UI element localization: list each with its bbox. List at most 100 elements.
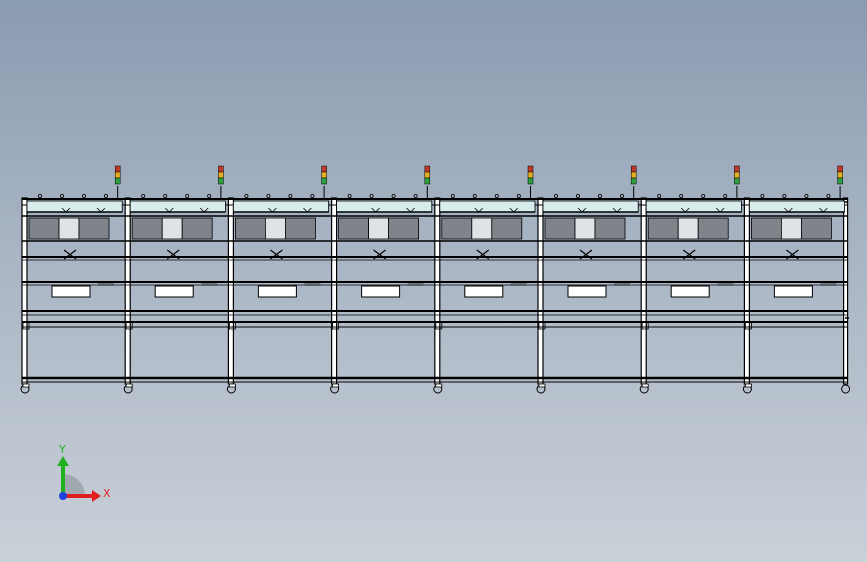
unit-4-top-fitting bbox=[347, 193, 352, 198]
unit-2-top-fitting bbox=[141, 193, 146, 198]
unit-1-shelf-clamp bbox=[98, 282, 114, 286]
unit-8-panel-window bbox=[781, 217, 802, 240]
unit-1-signal-light bbox=[114, 165, 121, 173]
unit-5-top-fitting bbox=[516, 193, 521, 198]
unit-8-foot bbox=[745, 383, 752, 388]
unit-1-conveyor-cover bbox=[26, 200, 123, 213]
unit-3-panel-window bbox=[264, 217, 286, 240]
unit-7-panel-window bbox=[677, 217, 699, 240]
unit-6-top-fitting bbox=[620, 193, 625, 198]
unit-4-panel-window bbox=[368, 217, 390, 240]
unit-4-panel-right bbox=[388, 217, 420, 240]
unit-7-post-left bbox=[640, 197, 647, 385]
unit-8-panel-right bbox=[801, 217, 832, 240]
unit-4-top-fitting bbox=[413, 193, 418, 198]
unit-5-panel-right bbox=[491, 217, 523, 240]
unit-5-shelf-clamp bbox=[510, 282, 527, 286]
coordinate-triad: Y X bbox=[57, 443, 111, 502]
unit-8-top-fitting bbox=[804, 193, 809, 198]
unit-3-panel-left bbox=[234, 217, 266, 240]
unit-3-top-fitting bbox=[288, 193, 293, 198]
triad-x-arrow bbox=[92, 490, 101, 502]
unit-4-signal-light bbox=[424, 171, 431, 179]
unit-5-top-fitting bbox=[450, 193, 455, 198]
unit-1-panel-window bbox=[58, 217, 80, 240]
unit-2-foot bbox=[125, 383, 133, 388]
triad-z-axis bbox=[59, 492, 67, 500]
unit-3-top-fitting bbox=[310, 193, 315, 198]
unit-1-foot bbox=[22, 383, 30, 388]
unit-8-drawer bbox=[773, 285, 813, 298]
unit-5-top-fitting bbox=[472, 193, 477, 198]
unit-8-top-fitting bbox=[826, 193, 831, 198]
unit-5-panel-left bbox=[441, 217, 473, 240]
unit-7-panel-left bbox=[647, 217, 679, 240]
unit-2-panel-left bbox=[131, 217, 163, 240]
unit-3-top-fitting bbox=[244, 193, 249, 198]
unit-7-drawer bbox=[670, 285, 710, 298]
unit-3-signal-light bbox=[321, 165, 327, 173]
unit-2-conveyor-cover bbox=[129, 200, 226, 213]
unit-3-conveyor-cover bbox=[232, 200, 329, 213]
triad-rotation-arc bbox=[63, 474, 85, 496]
unit-1-top-fitting bbox=[82, 193, 87, 198]
unit-6-drawer bbox=[567, 285, 607, 298]
unit-3-foot bbox=[228, 383, 236, 388]
unit-1-signal-light bbox=[114, 177, 121, 185]
unit-7-top-fitting bbox=[701, 193, 706, 198]
unit-4-conveyor-cover bbox=[336, 200, 433, 213]
unit-7-signal-light bbox=[734, 165, 740, 173]
unit-4-panel-left bbox=[338, 217, 370, 240]
unit-6-conveyor-cover bbox=[542, 200, 639, 213]
unit-7-signal-light bbox=[734, 177, 740, 185]
unit-4-drawer bbox=[361, 285, 401, 298]
unit-1-top-fitting bbox=[60, 193, 65, 198]
unit-8-signal-light bbox=[837, 171, 843, 179]
unit-8-signal-light bbox=[837, 165, 843, 173]
unit-3-top-fitting bbox=[266, 193, 271, 198]
unit-6-signal-light bbox=[630, 165, 637, 173]
unit-7-panel-right bbox=[697, 217, 729, 240]
unit-3-panel-right bbox=[284, 217, 316, 240]
unit-6-signal-light bbox=[630, 171, 637, 179]
unit-4-signal-light bbox=[424, 165, 431, 173]
unit-2-panel-window bbox=[161, 217, 183, 240]
triad-x-label: X bbox=[103, 487, 111, 500]
unit-6-panel-right bbox=[594, 217, 626, 240]
unit-1-top-fitting bbox=[104, 193, 109, 198]
unit-2-post-left bbox=[124, 197, 131, 385]
unit-4-post-left bbox=[331, 197, 338, 385]
unit-5-panel-window bbox=[471, 217, 493, 240]
unit-1-post-left bbox=[21, 197, 28, 385]
unit-5-post-left bbox=[434, 197, 441, 385]
unit-6-foot bbox=[538, 383, 546, 388]
unit-2-top-fitting bbox=[163, 193, 168, 198]
unit-1-signal-light bbox=[114, 171, 121, 179]
unit-3-shelf-clamp bbox=[304, 282, 321, 286]
unit-3-drawer bbox=[257, 285, 297, 298]
unit-4-top-fitting bbox=[391, 193, 396, 198]
cad-viewport[interactable] bbox=[0, 0, 867, 562]
unit-5-drawer bbox=[464, 285, 504, 298]
unit-2-signal-light bbox=[218, 171, 224, 179]
unit-7-top-fitting bbox=[657, 193, 662, 198]
unit-1-panel-left bbox=[28, 217, 60, 240]
unit-2-signal-light bbox=[218, 177, 224, 185]
unit-2-top-fitting bbox=[185, 193, 190, 198]
unit-2-top-fitting bbox=[207, 193, 212, 198]
unit-5-signal-light bbox=[527, 177, 534, 185]
unit-7-signal-light bbox=[734, 171, 740, 179]
unit-5-signal-light bbox=[527, 165, 534, 173]
unit-2-shelf-clamp bbox=[201, 282, 218, 286]
unit-4-signal-light bbox=[424, 177, 431, 185]
unit-2-panel-right bbox=[181, 217, 213, 240]
unit-7-shelf-clamp bbox=[717, 282, 734, 286]
unit-2-signal-light bbox=[218, 165, 224, 173]
unit-8-post-right bbox=[842, 197, 849, 385]
unit-5-conveyor-cover bbox=[439, 200, 536, 213]
unit-7-top-fitting bbox=[679, 193, 684, 198]
assembly-line-model[interactable] bbox=[20, 165, 851, 394]
unit-5-top-fitting bbox=[494, 193, 499, 198]
unit-6-shelf-clamp bbox=[614, 282, 630, 286]
triad-y-arrow bbox=[57, 456, 69, 466]
